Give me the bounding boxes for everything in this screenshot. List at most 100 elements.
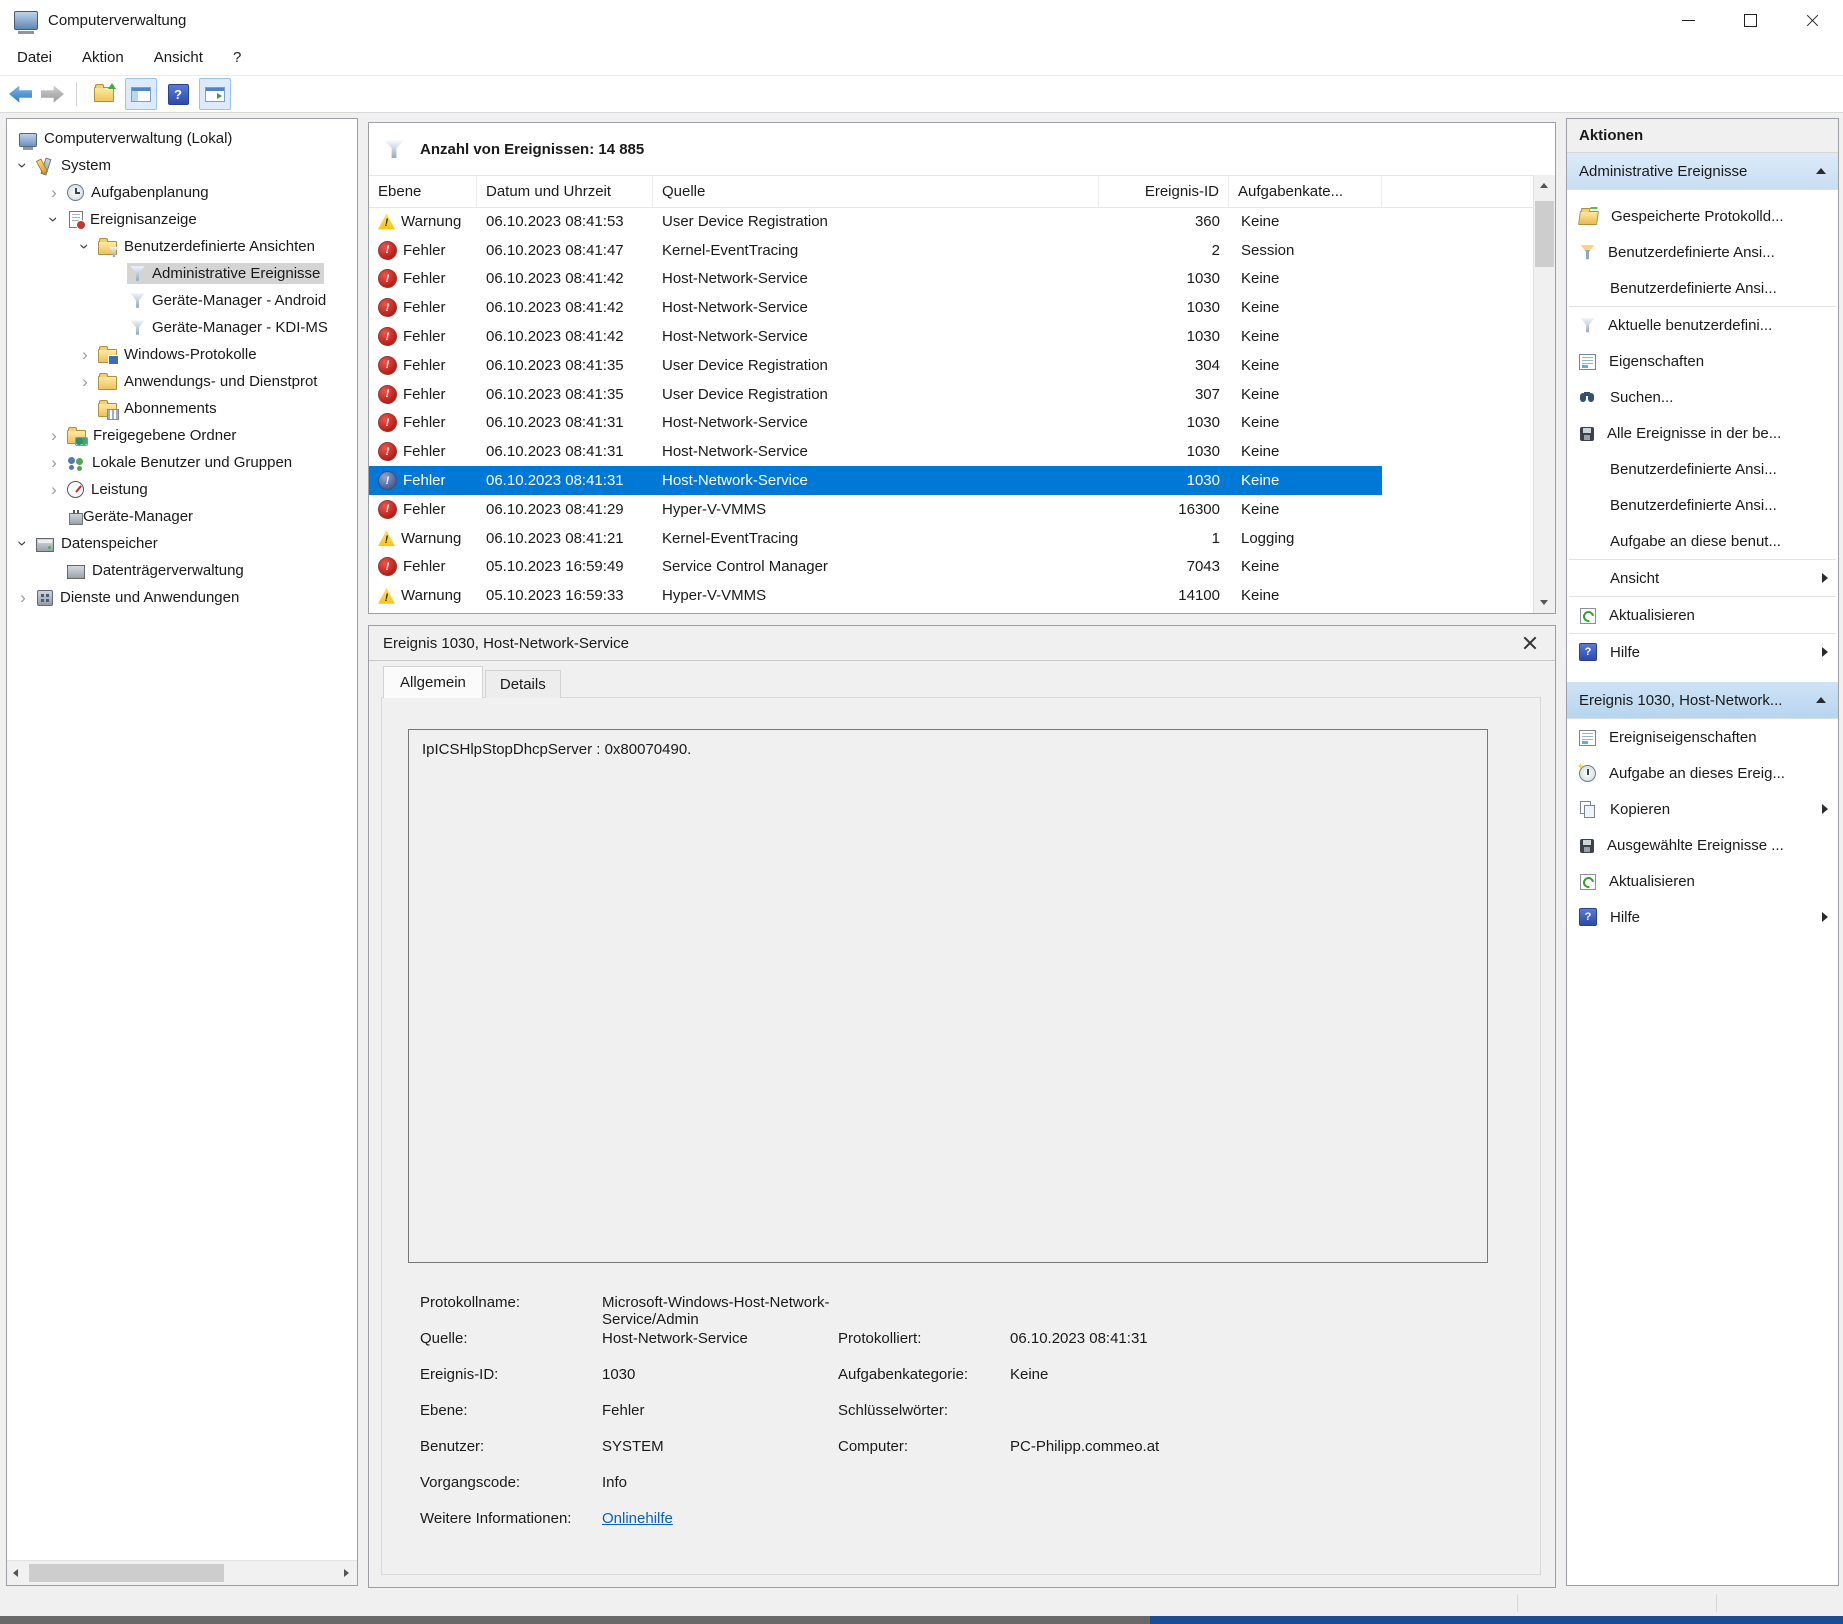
event-row[interactable]: Fehler 06.10.2023 08:41:47 Kernel-EventTra… bbox=[369, 236, 1382, 265]
close-button[interactable] bbox=[1781, 0, 1843, 40]
tree-item-benutzerdefinierte-ansichten[interactable]: Benutzerdefinierte Ansichten bbox=[7, 233, 357, 260]
tree-item-aufgabenplanung[interactable]: Aufgabenplanung bbox=[7, 179, 357, 206]
tree-item-anwendungs-dienstprotokolle[interactable]: Anwendungs- und Dienstprot bbox=[7, 368, 357, 395]
action-benutzerdefinierte-ansicht-importieren[interactable]: Benutzerdefinierte Ansi... bbox=[1567, 270, 1838, 306]
event-row[interactable]: Fehler 06.10.2023 08:41:31 Host-Network-Se… bbox=[369, 409, 1382, 438]
export-folder-button[interactable] bbox=[89, 79, 119, 109]
chevron-collapsed-icon[interactable] bbox=[74, 346, 96, 363]
scroll-right-icon[interactable] bbox=[344, 1569, 349, 1577]
action-benutzerdefinierte-ansicht-kopieren[interactable]: Benutzerdefinierte Ansi... bbox=[1567, 487, 1838, 523]
action-ansicht[interactable]: Ansicht bbox=[1567, 560, 1838, 596]
close-details-icon[interactable] bbox=[1523, 636, 1537, 650]
action-aufgabe-an-ereignis-anfuegen[interactable]: Aufgabe an dieses Ereig... bbox=[1567, 755, 1838, 791]
event-row[interactable]: Fehler 05.10.2023 16:59:49 Service Control… bbox=[369, 553, 1382, 582]
tree-item-geraete-manager[interactable]: Geräte-Manager bbox=[7, 503, 357, 530]
event-row[interactable]: Fehler 06.10.2023 08:41:35 User Device Reg… bbox=[369, 351, 1382, 380]
event-row-partial[interactable] bbox=[369, 610, 1382, 613]
event-row[interactable]: Fehler 06.10.2023 08:41:35 User Device Reg… bbox=[369, 380, 1382, 409]
chevron-collapsed-icon[interactable] bbox=[43, 454, 65, 471]
action-aktualisieren-ereignis[interactable]: Aktualisieren bbox=[1567, 863, 1838, 899]
action-ausgewaehlte-ereignisse-speichern[interactable]: Ausgewählte Ereignisse ... bbox=[1567, 827, 1838, 863]
event-datetime: 06.10.2023 08:41:42 bbox=[486, 270, 624, 288]
action-eigenschaften[interactable]: Eigenschaften bbox=[1567, 343, 1838, 379]
scroll-left-icon[interactable] bbox=[13, 1569, 18, 1577]
event-row[interactable]: Warnung 06.10.2023 08:41:53 User Device Re… bbox=[369, 207, 1382, 236]
event-row[interactable]: Fehler 06.10.2023 08:41:31 Host-Network-Se… bbox=[369, 437, 1382, 466]
collapse-section-button[interactable] bbox=[1810, 160, 1832, 182]
event-row[interactable]: Fehler 06.10.2023 08:41:42 Host-Network-Se… bbox=[369, 265, 1382, 294]
action-suchen[interactable]: Suchen... bbox=[1567, 379, 1838, 415]
tree-horizontal-scrollbar[interactable] bbox=[7, 1560, 357, 1585]
action-gespeicherte-protokolldatei[interactable]: Gespeicherte Protokolld... bbox=[1567, 198, 1838, 234]
event-row[interactable]: Warnung 06.10.2023 08:41:21 Kernel-EventTr… bbox=[369, 524, 1382, 553]
actions-section-ereignis-1030[interactable]: Ereignis 1030, Host-Network... bbox=[1567, 682, 1838, 719]
chevron-expanded-icon[interactable] bbox=[43, 211, 65, 228]
tab-allgemein[interactable]: Allgemein bbox=[383, 666, 483, 698]
chevron-collapsed-icon[interactable] bbox=[12, 589, 34, 606]
tree-item-ereignisanzeige[interactable]: Ereignisanzeige bbox=[7, 206, 357, 233]
chevron-collapsed-icon[interactable] bbox=[43, 427, 65, 444]
chevron-collapsed-icon[interactable] bbox=[43, 184, 65, 201]
forward-icon[interactable] bbox=[41, 85, 64, 103]
event-row[interactable]: Fehler 06.10.2023 08:41:42 Host-Network-Se… bbox=[369, 322, 1382, 351]
tree-item-system[interactable]: System bbox=[7, 152, 357, 179]
chevron-collapsed-icon[interactable] bbox=[74, 373, 96, 390]
tree-item-freigegebene-ordner[interactable]: Freigegebene Ordner bbox=[7, 422, 357, 449]
column-ebene[interactable]: Ebene bbox=[369, 176, 477, 207]
tree-item-datentraegerverwaltung[interactable]: Datenträgerverwaltung bbox=[7, 557, 357, 584]
tab-details[interactable]: Details bbox=[484, 670, 561, 698]
chevron-expanded-icon[interactable] bbox=[74, 238, 96, 255]
tree-item-geraete-manager-kdi-ms[interactable]: Geräte-Manager - KDI-MS bbox=[7, 314, 357, 341]
column-ereignis-id[interactable]: Ereignis-ID bbox=[1099, 176, 1229, 207]
scrollbar-thumb[interactable] bbox=[1535, 201, 1554, 267]
action-hilfe-ereignis[interactable]: Hilfe bbox=[1567, 899, 1838, 935]
maximize-button[interactable] bbox=[1719, 0, 1781, 40]
chevron-expanded-icon[interactable] bbox=[12, 157, 34, 174]
event-row[interactable]: Fehler 06.10.2023 08:41:29 Hyper-V-VMMS 163… bbox=[369, 495, 1382, 524]
tree-item-computerverwaltung[interactable]: Computerverwaltung (Lokal) bbox=[7, 125, 357, 152]
scroll-down-icon[interactable] bbox=[1540, 600, 1548, 605]
menu-ansicht[interactable]: Ansicht bbox=[139, 49, 218, 66]
show-console-tree-button[interactable] bbox=[125, 78, 157, 110]
event-row-selected[interactable]: Fehler 06.10.2023 08:41:31 Host-Network-Se… bbox=[369, 466, 1382, 495]
menu-hilfe[interactable]: ? bbox=[218, 49, 256, 66]
collapse-section-button[interactable] bbox=[1810, 689, 1832, 711]
action-ereigniseigenschaften[interactable]: Ereigniseigenschaften bbox=[1567, 719, 1838, 755]
column-aufgabenkategorie[interactable]: Aufgabenkate... bbox=[1229, 176, 1382, 207]
action-hilfe[interactable]: Hilfe bbox=[1567, 634, 1838, 670]
action-kopieren[interactable]: Kopieren bbox=[1567, 791, 1838, 827]
action-benutzerdefinierte-ansicht-exportieren[interactable]: Benutzerdefinierte Ansi... bbox=[1567, 451, 1838, 487]
chevron-expanded-icon[interactable] bbox=[12, 535, 34, 552]
action-benutzerdefinierte-ansicht-erstellen[interactable]: Benutzerdefinierte Ansi... bbox=[1567, 234, 1838, 270]
column-datum[interactable]: Datum und Uhrzeit bbox=[477, 176, 653, 207]
tree-item-dienste-anwendungen[interactable]: Dienste und Anwendungen bbox=[7, 584, 357, 611]
tree-item-leistung[interactable]: Leistung bbox=[7, 476, 357, 503]
tree-item-administrative-ereignisse[interactable]: Administrative Ereignisse bbox=[7, 260, 357, 287]
tree-item-geraete-manager-android[interactable]: Geräte-Manager - Android bbox=[7, 287, 357, 314]
back-icon[interactable] bbox=[9, 85, 32, 103]
scrollbar-thumb[interactable] bbox=[29, 1564, 224, 1582]
online-help-link[interactable]: Onlinehilfe bbox=[602, 1510, 838, 1527]
tree-item-lokale-benutzer-gruppen[interactable]: Lokale Benutzer und Gruppen bbox=[7, 449, 357, 476]
menu-datei[interactable]: Datei bbox=[2, 49, 67, 66]
column-quelle[interactable]: Quelle bbox=[653, 176, 1099, 207]
show-action-pane-button[interactable] bbox=[199, 78, 231, 110]
tree-item-windows-protokolle[interactable]: Windows-Protokolle bbox=[7, 341, 357, 368]
menu-aktion[interactable]: Aktion bbox=[67, 49, 139, 66]
event-row[interactable]: Warnung 05.10.2023 16:59:33 Hyper-V-VMMS 14… bbox=[369, 581, 1382, 610]
action-aktuelle-benutzerdefinierte-ansicht[interactable]: Aktuelle benutzerdefini... bbox=[1567, 307, 1838, 343]
action-alle-ereignisse-speichern[interactable]: Alle Ereignisse in der be... bbox=[1567, 415, 1838, 451]
tree-item-datenspeicher[interactable]: Datenspeicher bbox=[7, 530, 357, 557]
properties-icon bbox=[1579, 353, 1596, 370]
tree-item-abonnements[interactable]: Abonnements bbox=[7, 395, 357, 422]
events-vertical-scrollbar[interactable] bbox=[1533, 175, 1555, 613]
field-value: SYSTEM bbox=[602, 1438, 664, 1455]
scroll-up-icon[interactable] bbox=[1540, 183, 1548, 188]
event-row[interactable]: Fehler 06.10.2023 08:41:42 Host-Network-Se… bbox=[369, 293, 1382, 322]
minimize-button[interactable] bbox=[1657, 0, 1719, 40]
help-button[interactable] bbox=[163, 79, 193, 109]
action-aktualisieren[interactable]: Aktualisieren bbox=[1567, 597, 1838, 633]
action-aufgabe-an-ansicht-anfuegen[interactable]: Aufgabe an diese benut... bbox=[1567, 523, 1838, 559]
actions-section-administrative-ereignisse[interactable]: Administrative Ereignisse bbox=[1567, 153, 1838, 190]
chevron-collapsed-icon[interactable] bbox=[43, 481, 65, 498]
